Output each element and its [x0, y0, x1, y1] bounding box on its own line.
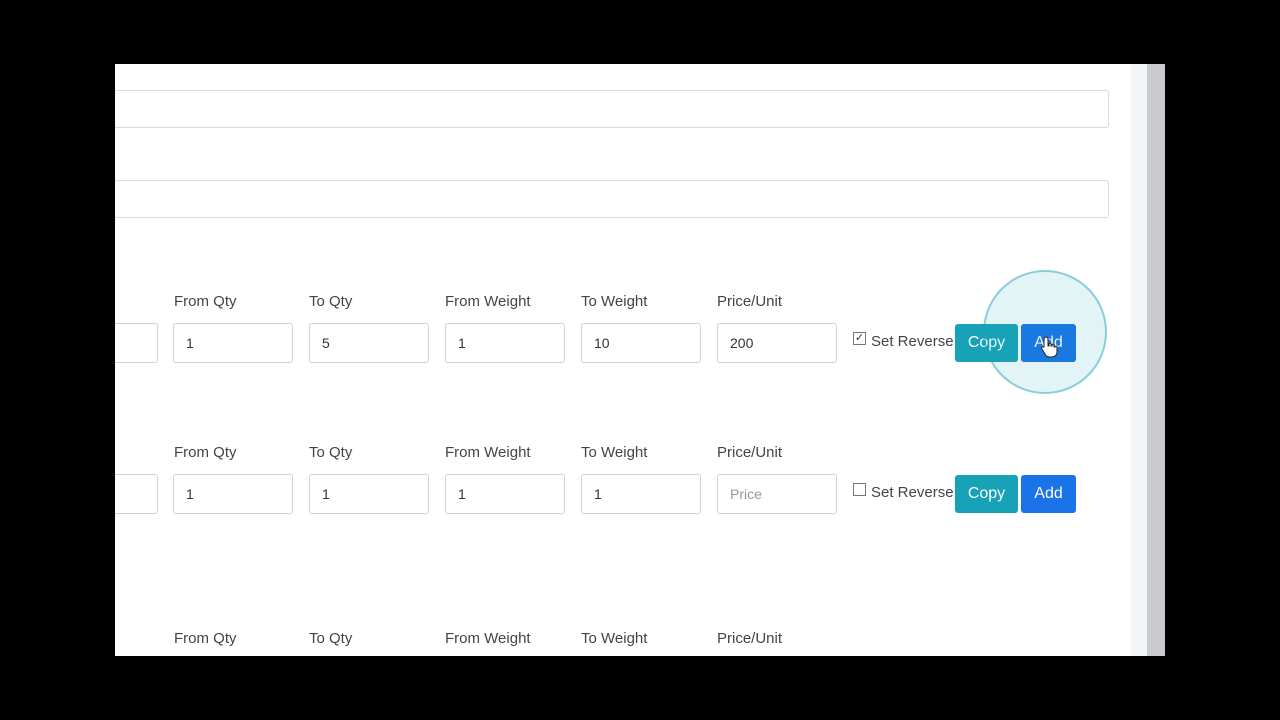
from-qty-label: From Qty [174, 630, 237, 647]
price-input[interactable] [717, 323, 837, 363]
to-qty-label: To Qty [309, 444, 353, 461]
to-weight-label: To Weight [581, 444, 648, 461]
set-reverse-label: Set Reverse [871, 333, 954, 350]
from-weight-input[interactable] [445, 474, 565, 514]
set-reverse-checkbox[interactable]: Set Reverse [853, 483, 954, 501]
from-weight-input[interactable] [445, 323, 565, 363]
to-qty-input[interactable] [309, 474, 429, 514]
price-unit-label: Price/Unit [717, 293, 783, 310]
add-button[interactable]: Add [1021, 475, 1076, 513]
from-qty-label: From Qty [174, 293, 237, 310]
price-rule-row-1: From Qty To Qty From Weight To Weight Pr… [115, 293, 1115, 393]
from-weight-label: From Weight [445, 293, 531, 310]
from-qty-input[interactable] [173, 474, 293, 514]
to-weight-input[interactable] [581, 323, 701, 363]
to-qty-input[interactable] [309, 323, 429, 363]
price-unit-label: Price/Unit [717, 630, 783, 647]
to-weight-label: To Weight [581, 293, 648, 310]
form-viewport: From Qty To Qty From Weight To Weight Pr… [115, 64, 1165, 656]
add-button[interactable]: Add [1021, 324, 1076, 362]
to-weight-input[interactable] [581, 474, 701, 514]
scrollbar-thumb[interactable] [1147, 64, 1165, 656]
checkbox-unchecked-icon [853, 483, 866, 496]
checkbox-checked-icon: ✓ [853, 332, 866, 345]
set-reverse-label: Set Reverse [871, 484, 954, 501]
top-text-field[interactable] [115, 90, 1109, 128]
price-rule-row-3: From Qty To Qty From Weight To Weight Pr… [115, 630, 1115, 656]
price-input[interactable] [717, 474, 837, 514]
from-qty-label: From Qty [174, 444, 237, 461]
to-qty-label: To Qty [309, 630, 353, 647]
second-text-field[interactable] [115, 180, 1109, 218]
copy-button[interactable]: Copy [955, 475, 1018, 513]
to-qty-label: To Qty [309, 293, 353, 310]
from-weight-label: From Weight [445, 444, 531, 461]
price-rule-row-2: From Qty To Qty From Weight To Weight Pr… [115, 444, 1115, 544]
set-reverse-checkbox[interactable]: ✓ Set Reverse [853, 332, 954, 350]
partial-left-field[interactable] [115, 474, 158, 514]
price-unit-label: Price/Unit [717, 444, 783, 461]
from-qty-input[interactable] [173, 323, 293, 363]
copy-button[interactable]: Copy [955, 324, 1018, 362]
to-weight-label: To Weight [581, 630, 648, 647]
partial-left-field[interactable] [115, 323, 158, 363]
from-weight-label: From Weight [445, 630, 531, 647]
